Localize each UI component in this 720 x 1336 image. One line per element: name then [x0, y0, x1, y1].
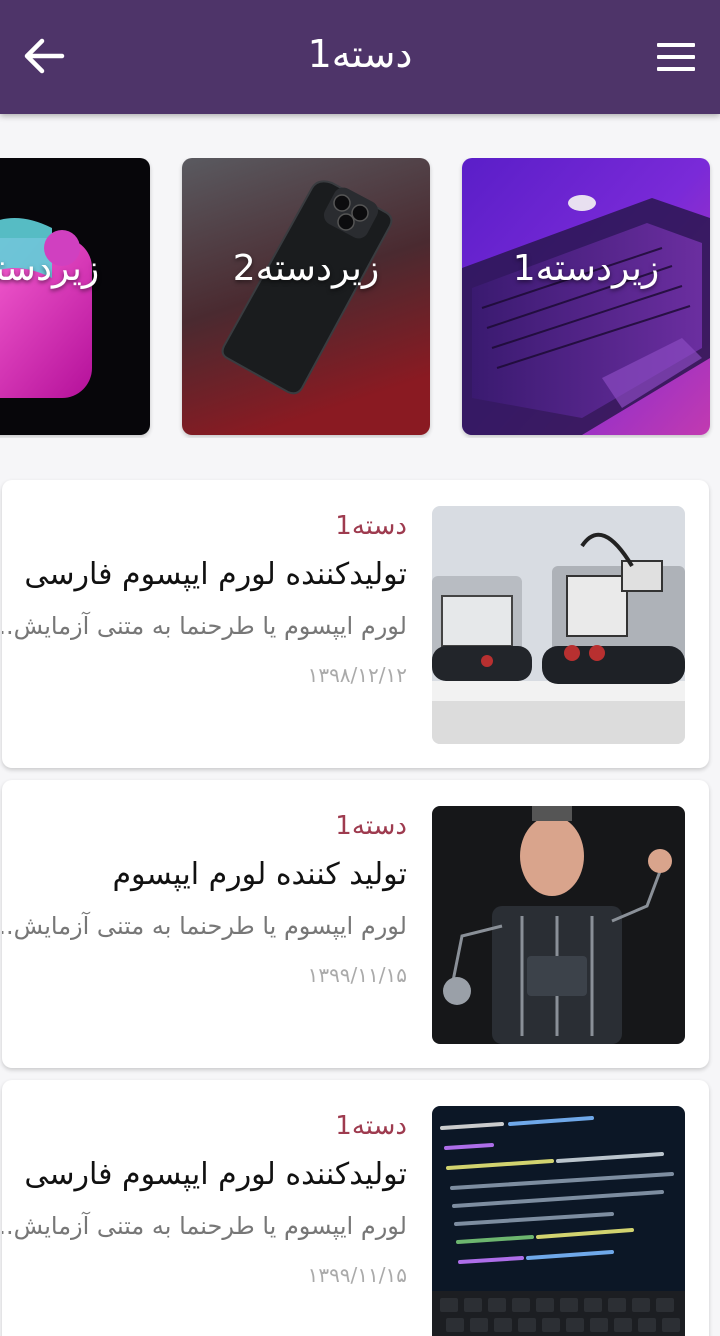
post-title[interactable]: تولیدکننده لورم ایپسوم فارسی: [24, 554, 407, 596]
post-card-2[interactable]: دسته1 تولید کننده لورم ایپسوم لورم ایپسو…: [2, 780, 709, 1068]
laptop-photo: [462, 158, 710, 435]
post-category[interactable]: دسته1: [335, 508, 407, 544]
post-thumbnail: [432, 1106, 685, 1336]
subcategory-label: زیردسته2: [232, 248, 380, 289]
lego-robots-photo: [432, 506, 685, 744]
post-title[interactable]: تولیدکننده لورم ایپسوم فارسی: [24, 1154, 407, 1196]
subcategory-label: زیردسته3: [0, 248, 100, 289]
post-excerpt: لورم ایپسوم یا طرحنما به متنی آزمایش..: [2, 912, 407, 940]
post-title[interactable]: تولید کننده لورم ایپسوم: [112, 854, 407, 896]
post-thumbnail: [432, 506, 685, 744]
post-category[interactable]: دسته1: [335, 808, 407, 844]
phone-photo: [182, 158, 430, 435]
post-excerpt: لورم ایپسوم یا طرحنما به متنی آزمایش..: [2, 612, 407, 640]
post-date: ۱۳۹۹/۱۱/۱۵: [307, 1263, 407, 1287]
subcategory-label: زیردسته1: [512, 248, 660, 289]
post-excerpt: لورم ایپسوم یا طرحنما به متنی آزمایش..: [2, 1212, 407, 1240]
post-date: ۱۳۹۹/۱۱/۱۵: [307, 963, 407, 987]
subcategory-card-2[interactable]: زیردسته2: [182, 158, 430, 435]
post-category[interactable]: دسته1: [335, 1108, 407, 1144]
subcategory-card-3[interactable]: زیردسته3: [0, 158, 150, 435]
code-screen-photo: [432, 1106, 685, 1336]
subcategory-carousel[interactable]: زیردسته1 زیردسته2 زیردس: [0, 158, 720, 438]
menu-button[interactable]: [654, 40, 698, 74]
page-title: دسته1: [307, 32, 413, 76]
hamburger-menu-icon: [657, 43, 695, 71]
subcategory-card-1[interactable]: زیردسته1: [462, 158, 710, 435]
app-bar: دسته1: [0, 0, 720, 114]
post-card-3[interactable]: دسته1 تولیدکننده لورم ایپسوم فارسی لورم …: [2, 1080, 709, 1336]
post-thumbnail: [432, 806, 685, 1044]
post-card-1[interactable]: دسته1 تولیدکننده لورم ایپسوم فارسی لورم …: [2, 480, 709, 768]
humanoid-robot-photo: [432, 806, 685, 1044]
earbuds-photo: [0, 158, 150, 435]
post-date: ۱۳۹۸/۱۲/۱۲: [307, 663, 407, 687]
